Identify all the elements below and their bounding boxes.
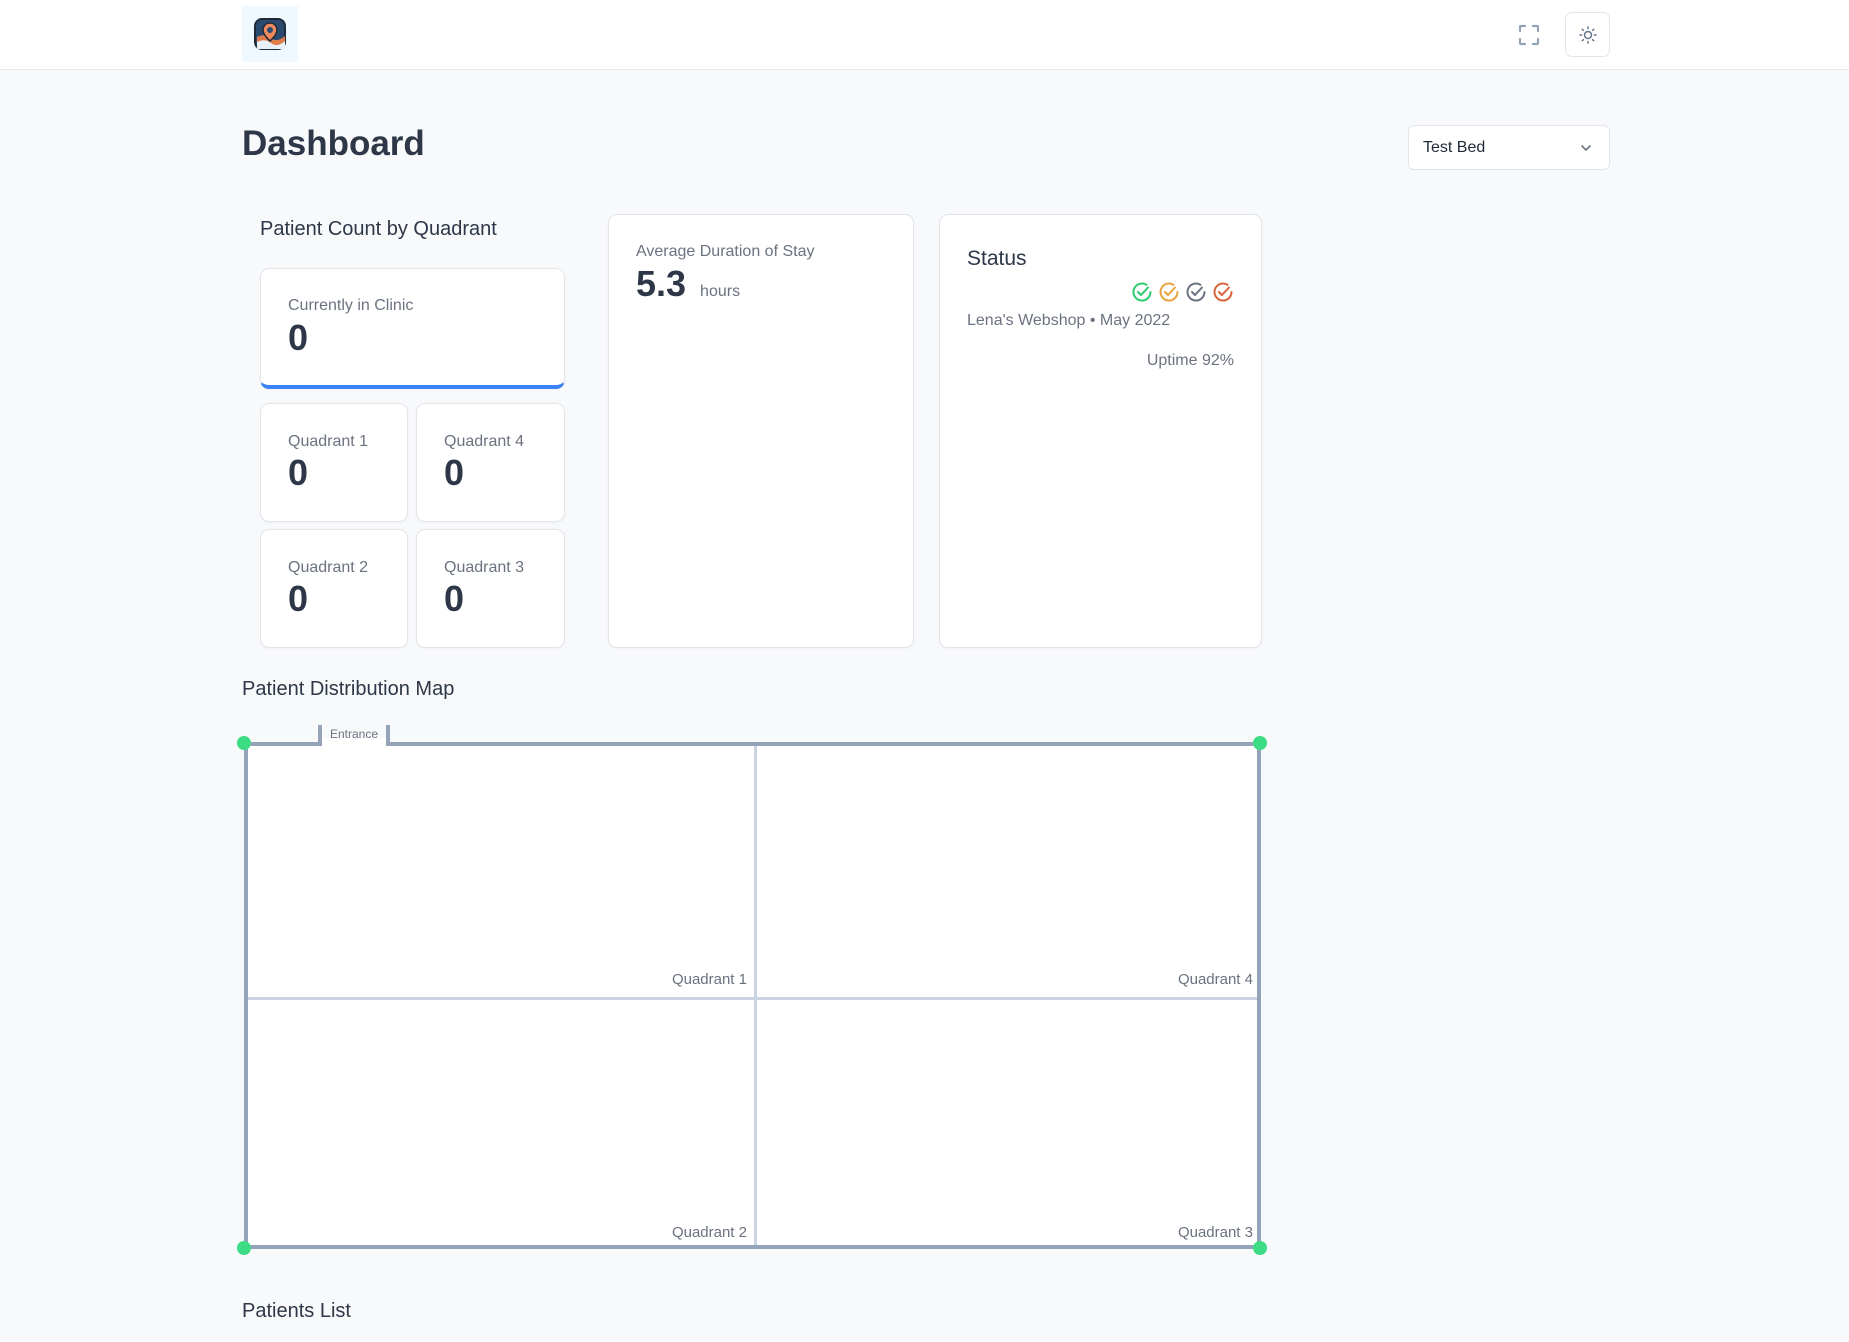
quadrant-1-card: Quadrant 1 0 — [260, 403, 408, 522]
patient-count-title: Patient Count by Quadrant — [260, 218, 497, 240]
quadrant-2-card: Quadrant 2 0 — [260, 529, 408, 648]
quadrant-2-label: Quadrant 2 — [288, 559, 369, 576]
quadrant-4-card: Quadrant 4 0 — [416, 403, 565, 522]
patient-distribution-map[interactable]: Quadrant 1 Quadrant 4 Quadrant 2 Quadran… — [244, 742, 1261, 1249]
environment-select-value: Test Bed — [1423, 138, 1486, 156]
status-title: Status — [967, 247, 1027, 270]
currently-in-clinic-card: Currently in Clinic 0 — [260, 268, 565, 389]
patients-list-title: Patients List — [242, 1300, 351, 1322]
status-check-icon-3 — [1186, 282, 1206, 302]
map-pin-logo-icon — [254, 18, 286, 50]
map-corner-handle-bottom-right[interactable] — [1253, 1241, 1267, 1255]
fullscreen-icon — [1518, 24, 1540, 46]
chevron-down-icon — [1581, 144, 1591, 151]
average-duration-unit: hours — [700, 283, 741, 300]
quadrant-1-label: Quadrant 1 — [288, 433, 369, 450]
status-checks — [1131, 281, 1234, 303]
status-subtitle: Lena's Webshop • May 2022 — [967, 312, 1171, 329]
map-corner-handle-top-left[interactable] — [237, 736, 251, 750]
quadrant-3-label: Quadrant 3 — [444, 559, 525, 576]
top-header — [0, 0, 1849, 70]
currently-in-clinic-label: Currently in Clinic — [288, 297, 414, 314]
status-check-icon-2 — [1159, 282, 1179, 302]
map-divider-vertical — [754, 746, 757, 1245]
status-uptime: Uptime 92% — [1146, 352, 1234, 369]
map-quadrant-3-label: Quadrant 3 — [1177, 1224, 1253, 1241]
average-duration-card: Average Duration of Stay 5.3 hours — [608, 214, 914, 648]
quadrant-1-value: 0 — [288, 452, 309, 493]
status-check-icon-4 — [1213, 282, 1233, 302]
average-duration-value: 5.3 — [636, 263, 687, 304]
map-corner-handle-top-right[interactable] — [1253, 736, 1267, 750]
sun-icon — [1578, 25, 1597, 44]
currently-in-clinic-value: 0 — [288, 317, 309, 358]
map-quadrant-1-label: Quadrant 1 — [671, 971, 747, 988]
status-card: Status Lena's Webshop • May 2022 Uptime … — [939, 214, 1262, 648]
quadrant-4-value: 0 — [444, 452, 465, 493]
page-title: Dashboard — [242, 124, 425, 163]
quadrant-3-value: 0 — [444, 578, 465, 619]
map-corner-handle-bottom-left[interactable] — [237, 1241, 251, 1255]
map-quadrant-2-label: Quadrant 2 — [671, 1224, 747, 1241]
theme-toggle-button[interactable] — [1565, 12, 1610, 57]
fullscreen-button[interactable] — [1514, 20, 1544, 50]
map-entrance-label: Entrance — [329, 727, 379, 741]
map-title: Patient Distribution Map — [242, 678, 455, 700]
map-quadrant-4-label: Quadrant 4 — [1177, 971, 1253, 988]
quadrant-4-label: Quadrant 4 — [444, 433, 525, 450]
status-check-icon-1 — [1132, 282, 1152, 302]
quadrant-3-card: Quadrant 3 0 — [416, 529, 565, 648]
environment-select[interactable]: Test Bed — [1408, 125, 1610, 170]
map-divider-horizontal — [248, 997, 1257, 1000]
average-duration-label: Average Duration of Stay — [636, 243, 815, 260]
quadrant-2-value: 0 — [288, 578, 309, 619]
app-logo[interactable] — [242, 6, 298, 62]
